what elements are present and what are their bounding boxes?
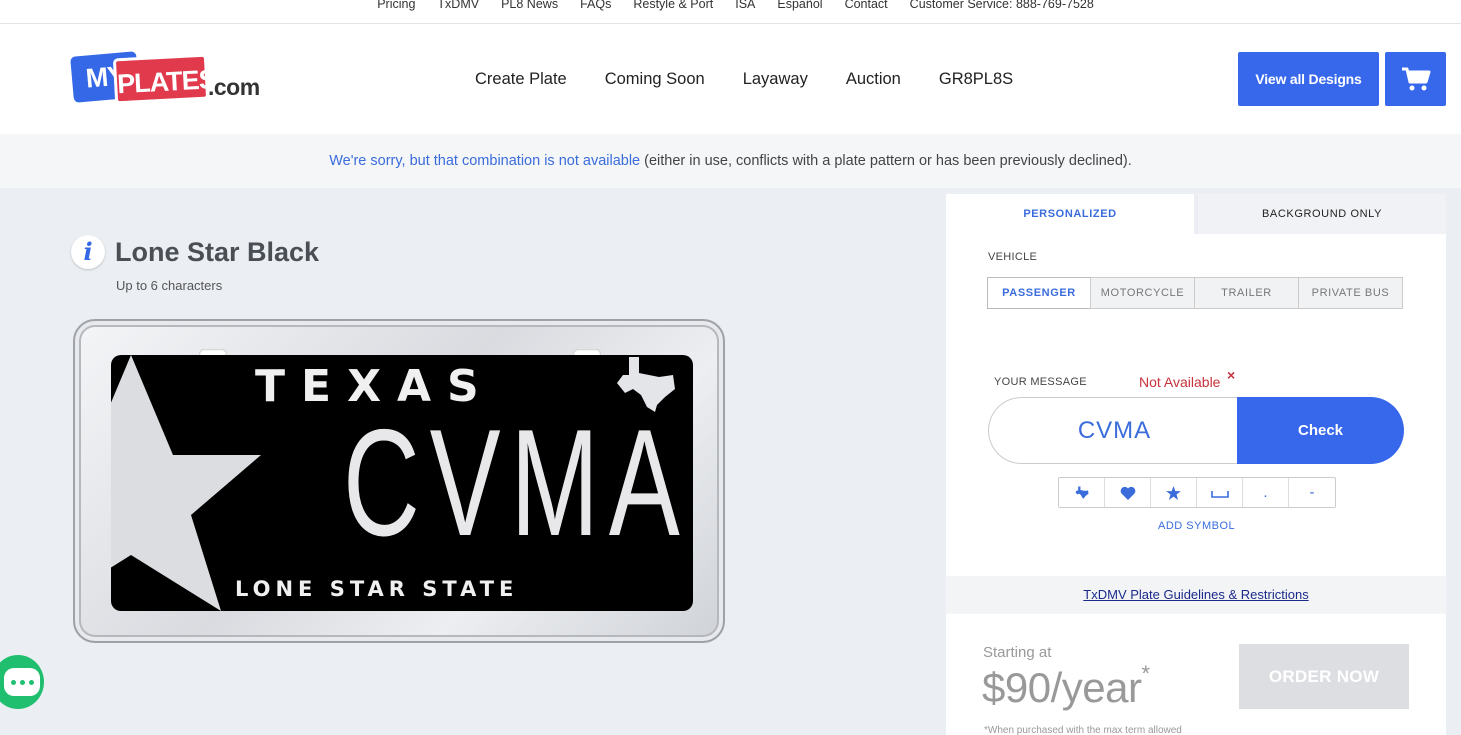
main-nav: Create Plate Coming Soon Layaway Auction…: [475, 70, 1013, 89]
utility-link-txdmv[interactable]: TxDMV: [437, 0, 479, 11]
utility-link-customer-service[interactable]: Customer Service: 888-769-7528: [910, 0, 1094, 11]
myplates-logo[interactable]: MY PLATES .com: [70, 46, 260, 110]
notice-detail: (either in use, conflicts with a plate p…: [640, 153, 1132, 169]
panel-body: VEHICLE PASSENGER MOTORCYCLE TRAILER PRI…: [946, 234, 1446, 576]
plate-background: TEXAS CVMA LONE STAR STATE: [111, 355, 693, 611]
utility-bar: Pricing TxDMV PL8 News FAQs Restyle & Po…: [0, 0, 1461, 24]
price-value: $90/year*: [982, 661, 1150, 712]
message-input[interactable]: [988, 397, 1240, 464]
utility-link-faqs[interactable]: FAQs: [580, 0, 611, 11]
dash-symbol-button[interactable]: -: [1289, 478, 1335, 507]
heart-icon: [1120, 486, 1135, 500]
product-subtitle: Up to 6 characters: [116, 278, 223, 293]
order-now-button[interactable]: ORDER NOW: [1239, 644, 1409, 709]
cart-button[interactable]: [1385, 52, 1446, 106]
add-symbol-link[interactable]: ADD SYMBOL: [1158, 520, 1235, 532]
message-label: YOUR MESSAGE: [994, 376, 1087, 388]
chat-icon: [4, 668, 40, 696]
vehicle-selector: PASSENGER MOTORCYCLE TRAILER PRIVATE BUS: [987, 277, 1403, 309]
vehicle-motorcycle[interactable]: MOTORCYCLE: [1090, 277, 1195, 309]
period-symbol-button[interactable]: .: [1243, 478, 1289, 507]
vehicle-private-bus[interactable]: PRIVATE BUS: [1298, 277, 1403, 309]
starting-at-label: Starting at: [983, 644, 1052, 661]
price-asterisk: *: [1141, 661, 1150, 686]
notice-highlight: We're sorry, but that combination is not…: [329, 153, 641, 169]
tab-personalized[interactable]: PERSONALIZED: [946, 194, 1194, 234]
check-button[interactable]: Check: [1237, 397, 1404, 464]
utility-link-pl8-news[interactable]: PL8 News: [501, 0, 558, 11]
heart-symbol-button[interactable]: [1105, 478, 1151, 507]
texas-symbol-button[interactable]: [1059, 478, 1105, 507]
availability-status: Not Available: [1139, 374, 1221, 390]
license-plate-preview: TEXAS CVMA LONE STAR STATE: [73, 319, 725, 643]
info-icon[interactable]: i: [71, 235, 105, 269]
availability-notice: We're sorry, but that combination is not…: [0, 134, 1461, 188]
utility-link-contact[interactable]: Contact: [845, 0, 888, 11]
status-x-icon: ×: [1227, 367, 1236, 383]
logo-com: .com: [208, 74, 260, 100]
nav-coming-soon[interactable]: Coming Soon: [605, 70, 705, 89]
star-symbol-button[interactable]: [1151, 478, 1197, 507]
plate-slogan: LONE STAR STATE: [235, 577, 519, 601]
logo-plates: PLATES: [112, 53, 216, 105]
nav-gr8pl8s[interactable]: GR8PL8S: [939, 70, 1013, 89]
tab-background-only[interactable]: BACKGROUND ONLY: [1198, 194, 1446, 234]
guidelines-link[interactable]: TxDMV Plate Guidelines & Restrictions: [1083, 587, 1308, 602]
vehicle-trailer[interactable]: TRAILER: [1194, 277, 1299, 309]
texas-icon: [1075, 486, 1088, 499]
space-icon: [1210, 490, 1229, 498]
vehicle-label: VEHICLE: [988, 251, 1038, 263]
space-symbol-button[interactable]: [1197, 478, 1243, 507]
utility-link-pricing[interactable]: Pricing: [377, 0, 415, 11]
price-box: Starting at $90/year* *When purchased wi…: [946, 614, 1446, 735]
price-amount: $90/year: [982, 664, 1142, 711]
utility-link-isa[interactable]: ISA: [735, 0, 755, 11]
utility-link-espanol[interactable]: Español: [777, 0, 822, 11]
site-header: MY PLATES .com Create Plate Coming Soon …: [0, 24, 1461, 134]
symbol-picker: . -: [1058, 477, 1336, 508]
nav-layaway[interactable]: Layaway: [743, 70, 808, 89]
panel-tabs: PERSONALIZED BACKGROUND ONLY: [946, 194, 1446, 234]
cart-icon: [1401, 67, 1430, 91]
product-title: Lone Star Black: [115, 237, 320, 267]
star-icon: [1166, 485, 1181, 500]
plate-message-text: CVMA: [343, 398, 690, 568]
plate-builder-panel: PERSONALIZED BACKGROUND ONLY VEHICLE PAS…: [946, 194, 1446, 735]
nav-auction[interactable]: Auction: [846, 70, 901, 89]
price-fine-print: *When purchased with the max term allowe…: [984, 725, 1182, 735]
vehicle-passenger[interactable]: PASSENGER: [987, 277, 1091, 309]
chat-widget-button[interactable]: [0, 655, 44, 709]
view-all-designs-button[interactable]: View all Designs: [1238, 52, 1379, 106]
utility-link-restyle-port[interactable]: Restyle & Port: [633, 0, 713, 11]
nav-create-plate[interactable]: Create Plate: [475, 70, 567, 89]
guidelines-bar: TxDMV Plate Guidelines & Restrictions: [946, 576, 1446, 614]
